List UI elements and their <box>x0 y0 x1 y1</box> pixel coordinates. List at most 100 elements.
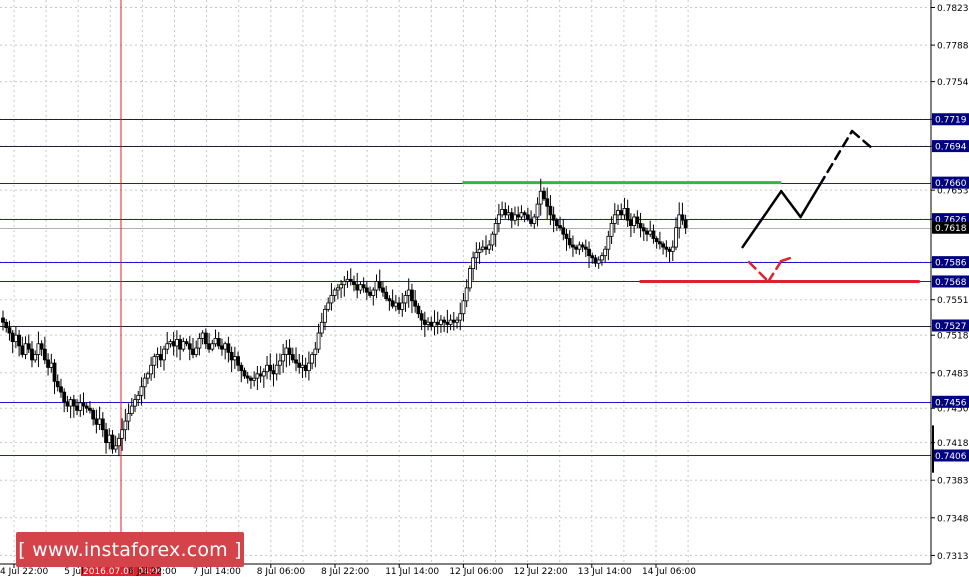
candle-body <box>532 216 537 224</box>
candle-body <box>593 257 598 264</box>
candle-body <box>513 214 517 221</box>
candle-body <box>236 356 240 366</box>
candle-body <box>232 356 237 361</box>
candle-body <box>81 402 86 407</box>
y-tick-label: 0.7788 <box>937 42 969 52</box>
candle-body <box>316 332 321 350</box>
candle-body <box>403 295 408 304</box>
candle-body <box>313 348 318 355</box>
price-label: 0.7406 <box>935 452 967 462</box>
candle-body <box>451 319 456 323</box>
candle-body <box>145 373 150 379</box>
candle-body <box>583 246 588 250</box>
candle-body <box>664 246 669 250</box>
candle-body <box>94 418 99 425</box>
candle-body <box>226 343 231 353</box>
bull-forecast-segment <box>799 183 822 219</box>
candle-body <box>516 214 521 218</box>
candle-body <box>13 334 18 343</box>
candle-body <box>249 377 253 381</box>
candle-body <box>1 317 5 323</box>
price-label: 0.7618 <box>935 224 967 234</box>
candle-body <box>596 259 601 264</box>
candle-body <box>303 364 308 372</box>
candle-body <box>59 386 63 393</box>
date-marker: 2016.07.06 04:00 <box>81 0 164 577</box>
instaforex-logo: [ www.instaforex.com ] <box>16 532 244 567</box>
candle-body <box>368 291 372 296</box>
candle-body <box>17 334 22 347</box>
candle-body <box>339 284 344 289</box>
candle-body <box>261 371 266 377</box>
candle-body <box>448 319 453 325</box>
candle-body <box>503 209 508 216</box>
candle-body <box>661 243 665 248</box>
candle-body <box>364 287 369 293</box>
candle-body <box>20 345 25 355</box>
candle-body <box>609 223 614 237</box>
candle-body <box>49 362 54 368</box>
candle-body <box>97 418 102 425</box>
candle-body <box>500 209 505 216</box>
candle-body <box>648 230 653 235</box>
candle-body <box>371 289 376 296</box>
candle-body <box>39 343 44 350</box>
candle-body <box>242 370 247 377</box>
candle-body <box>381 287 385 293</box>
candle-body <box>535 203 540 218</box>
candle-body <box>590 255 595 259</box>
candle-body <box>200 332 205 339</box>
candle-body <box>213 337 218 345</box>
candle-body <box>152 356 157 366</box>
candle-body <box>142 377 147 388</box>
x-tick-label: 8 Jul 22:00 <box>321 567 370 577</box>
candle-body <box>46 359 50 368</box>
candle-body <box>625 208 630 221</box>
candle-body <box>297 362 302 368</box>
y-tick-label: 0.7313 <box>937 552 969 562</box>
candle-body <box>477 248 482 253</box>
candle-body <box>558 225 562 229</box>
candle-body <box>239 364 244 372</box>
candle-body <box>174 339 179 347</box>
candle-body <box>355 284 360 291</box>
candle-body <box>133 399 137 407</box>
candle-body <box>619 210 624 216</box>
x-tick-label: 12 Jul 06:00 <box>449 567 503 577</box>
candle-body <box>413 300 418 307</box>
candle-body <box>461 300 466 315</box>
forecast-arrows <box>741 129 876 283</box>
candle-body <box>545 198 550 207</box>
candle-body <box>674 227 678 248</box>
candle-body <box>162 348 166 361</box>
candle-body <box>548 205 553 216</box>
candle-body <box>187 343 192 350</box>
candle-body <box>4 321 9 329</box>
candle-body <box>670 246 675 252</box>
candle-body <box>551 214 556 221</box>
candle-body <box>55 380 60 388</box>
candle-body <box>377 281 382 289</box>
price-chart[interactable]: 2016.07.06 04:00 0.7823 0.7788 0.7754 0.771… <box>0 0 969 582</box>
candle-body <box>455 319 459 323</box>
y-tick-label: 0.7383 <box>937 477 969 487</box>
price-labels: 0.77190.76940.76600.76260.76180.75860.75… <box>932 113 969 473</box>
candle-body <box>509 212 514 221</box>
candle-body <box>561 227 566 235</box>
bear-forecast-segment <box>779 256 793 263</box>
candle-body <box>622 208 627 216</box>
candle-body <box>84 405 89 409</box>
candle-body <box>284 347 289 355</box>
y-tick-label: 0.7823 <box>937 4 969 14</box>
candle-body <box>290 354 295 361</box>
candle-body <box>538 190 543 205</box>
chart-canvas[interactable]: 2016.07.06 04:00 0.7823 0.7788 0.7754 0.771… <box>0 0 969 582</box>
candle-body <box>265 364 269 373</box>
candle-body <box>654 238 659 243</box>
candle-body <box>165 343 170 350</box>
candle-body <box>7 327 12 334</box>
candle-body <box>458 313 463 321</box>
candle-body <box>68 399 73 407</box>
candle-body <box>75 405 79 411</box>
candle-body <box>71 399 76 407</box>
